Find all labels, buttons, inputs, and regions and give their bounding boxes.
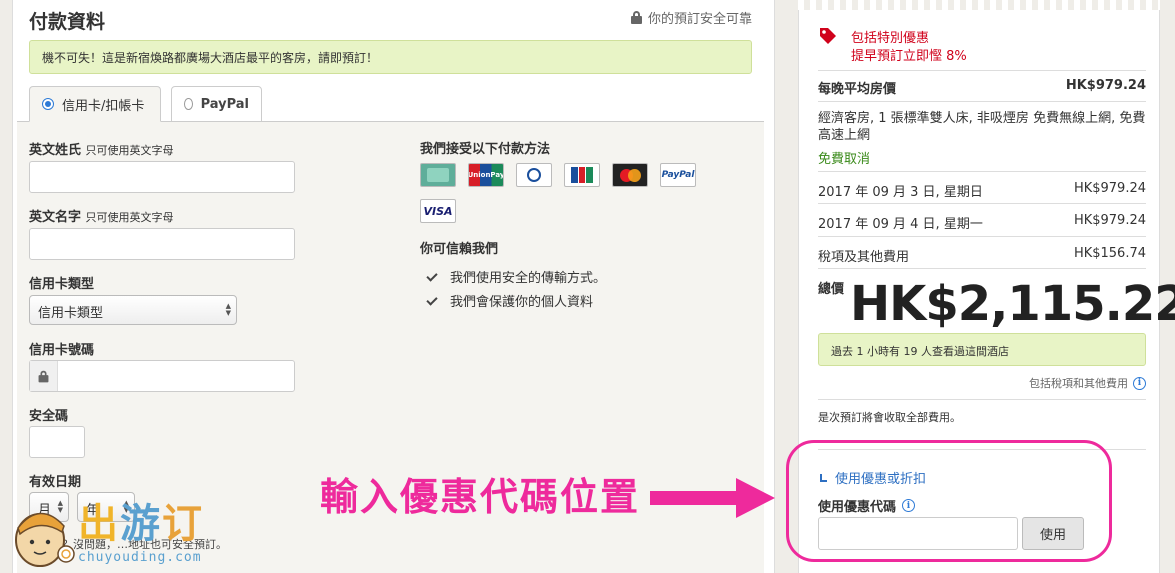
deal-subtitle: 提早預訂立即慳 8% [851, 49, 967, 64]
free-cancellation: 免費取消 [818, 152, 871, 167]
amex-icon [420, 163, 456, 187]
avg-rate-value: HK$979.24 [1065, 78, 1146, 93]
check-icon [425, 271, 438, 282]
promo-highlight-ring [786, 440, 1112, 562]
first-name-input[interactable] [29, 228, 295, 260]
trust-item-text: 我們會保護你的個人資料 [450, 295, 594, 310]
night-price: HK$979.24 [1073, 181, 1146, 196]
payment-title: 付款資料 [29, 11, 106, 33]
night-date: 2017 年 09 月 4 日, 星期一 [818, 217, 983, 232]
trust-item: 我們使用安全的傳輸方式。 [425, 267, 606, 286]
ticket-edge [798, 0, 1160, 10]
tab-credit-card[interactable]: 信用卡/扣帳卡 [29, 86, 161, 122]
night-row: 2017 年 09 月 4 日, 星期一 HK$979.24 [818, 213, 1146, 232]
divider [818, 171, 1146, 172]
recent-viewers-banner: 過去 1 小時有 19 人查看過這間酒店 [818, 333, 1146, 366]
annotation-arrow-icon [650, 478, 775, 518]
lock-icon [630, 11, 642, 24]
visa-row: VISA [420, 199, 456, 223]
accepted-methods-title: 我們接受以下付款方法 [420, 142, 551, 157]
select-arrows-icon: ▲▼ [225, 302, 231, 317]
room-description: 經濟客房, 1 張標準雙人床, 非吸煙房 免費無線上網, 免費高速上網 [818, 111, 1146, 143]
tab-paypal[interactable]: PayPal [171, 86, 262, 122]
security-code-input[interactable] [29, 426, 85, 458]
diners-club-icon [516, 163, 552, 187]
mastercard-icon [612, 163, 648, 187]
last-name-label-text: 英文姓氏 [29, 143, 82, 158]
trust-title: 你可信賴我們 [420, 242, 499, 257]
visa-icon: VISA [420, 199, 456, 223]
tax-included-text: 包括稅項和其他費用 [1029, 377, 1128, 390]
radio-unselected-icon[interactable] [184, 98, 193, 110]
night-price: HK$979.24 [1073, 213, 1146, 228]
watermark-text: 出游订 [78, 500, 204, 548]
jcb-icon [564, 163, 600, 187]
tax-row: 稅項及其他費用 HK$156.74 [818, 246, 1146, 265]
tab-paypal-label: PayPal [200, 96, 249, 112]
last-name-hint: 只可使用英文字母 [85, 144, 174, 157]
divider [818, 236, 1146, 237]
full-charge-note: 是次預訂將會收取全部費用。 [818, 411, 961, 424]
night-row: 2017 年 09 月 3 日, 星期日 HK$979.24 [818, 181, 1146, 200]
card-number-label: 信用卡號碼 [29, 343, 95, 358]
watermark-url: chuyouding.com [78, 550, 202, 565]
trust-item: 我們會保護你的個人資料 [425, 291, 593, 310]
expiry-label: 有效日期 [29, 475, 82, 490]
divider [818, 101, 1146, 102]
divider [818, 70, 1146, 71]
annotation-label: 輸入優惠代碼位置 [320, 475, 641, 519]
total-price: HK$2,115.22 [850, 276, 1175, 332]
tax-value: HK$156.74 [1073, 246, 1146, 261]
cheapest-room-banner: 機不可失！這是新宿煥路都廣場大酒店最平的客房，請即預訂！ [29, 40, 752, 74]
last-name-label: 英文姓氏 只可使用英文字母 [29, 139, 174, 158]
watermark-brand: 出游订 [78, 501, 204, 547]
divider [818, 203, 1146, 204]
card-lock-icon [30, 361, 58, 391]
deal-title: 包括特別優惠 [851, 31, 930, 46]
radio-selected-icon[interactable] [42, 98, 54, 110]
check-icon [425, 295, 438, 306]
info-icon[interactable]: i [1133, 376, 1146, 390]
first-name-label-text: 英文名字 [29, 210, 82, 225]
first-name-label: 英文名字 只可使用英文字母 [29, 206, 174, 225]
unionpay-icon: UnionPay [468, 163, 504, 187]
card-type-select[interactable]: 信用卡類型 ▲ ▼ [29, 295, 237, 325]
avg-rate-label: 每晚平均房價 [818, 82, 897, 97]
card-type-label: 信用卡類型 [29, 277, 95, 292]
price-tag-icon [820, 28, 836, 44]
last-name-input[interactable] [29, 161, 295, 193]
first-name-hint: 只可使用英文字母 [85, 211, 174, 224]
tab-credit-card-label: 信用卡/扣帳卡 [62, 98, 145, 114]
paypal-icon: PayPal [660, 163, 696, 187]
divider [818, 268, 1146, 269]
card-type-selected: 信用卡類型 [38, 306, 104, 321]
total-label: 總價 [818, 282, 845, 297]
card-number-field[interactable] [29, 360, 295, 392]
secure-note: 你的預訂安全可靠 [630, 8, 752, 27]
card-logos-row: UnionPay PayPal [420, 163, 696, 187]
night-date: 2017 年 09 月 3 日, 星期日 [818, 185, 983, 200]
avg-rate-row: 每晚平均房價 HK$979.24 [818, 78, 1146, 97]
divider [818, 399, 1146, 400]
trust-item-text: 我們使用安全的傳輸方式。 [450, 271, 607, 286]
tax-label: 稅項及其他費用 [818, 250, 910, 265]
security-code-label: 安全碼 [29, 409, 69, 424]
tax-included-note: 包括稅項和其他費用 i [818, 375, 1146, 391]
secure-note-text: 你的預訂安全可靠 [647, 12, 752, 27]
